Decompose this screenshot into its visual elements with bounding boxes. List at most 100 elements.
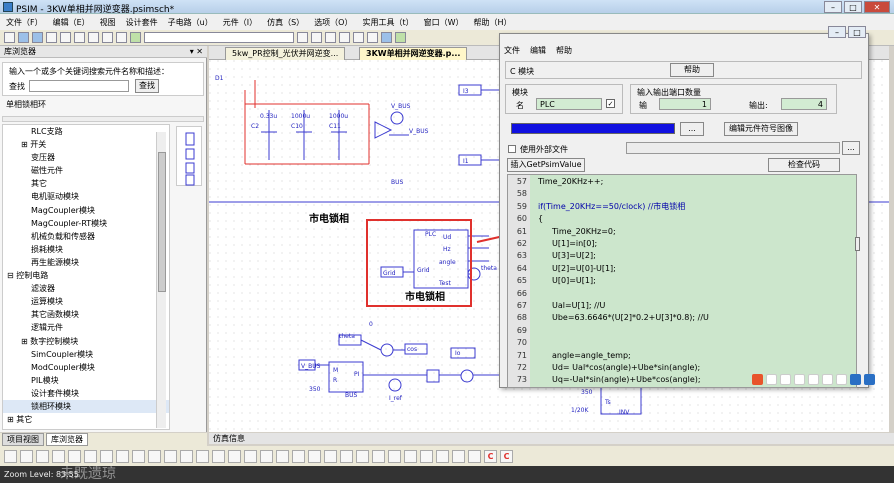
tree-item[interactable]: 运算模块 (3, 295, 169, 308)
copy-icon[interactable] (74, 32, 85, 43)
external-file-path[interactable] (626, 142, 840, 154)
dialog-menu-help[interactable]: 帮助 (556, 44, 572, 57)
integrator-icon[interactable] (340, 449, 353, 463)
wire-icon[interactable] (297, 32, 308, 43)
pointer-icon[interactable] (325, 32, 336, 43)
zoom-out-icon[interactable] (353, 32, 364, 43)
tree-item[interactable]: 其它 (3, 177, 169, 190)
tree-item[interactable]: 变压器 (3, 151, 169, 164)
simulate-icon[interactable] (381, 32, 392, 43)
element-dropdown[interactable] (144, 32, 294, 43)
print-icon[interactable] (46, 32, 57, 43)
tree-scrollbar[interactable] (156, 132, 166, 428)
dialog-menu-file[interactable]: 文件 (504, 44, 520, 57)
menu-design-suite[interactable]: 设计套件 (126, 17, 158, 28)
run-icon[interactable] (130, 32, 141, 43)
tree-item[interactable]: 滤波器 (3, 282, 169, 295)
flip-flop-icon[interactable] (452, 449, 465, 463)
summer-icon[interactable] (260, 449, 273, 463)
pi-controller-icon[interactable] (324, 449, 337, 463)
tree-item[interactable]: 其它函数模块 (3, 308, 169, 321)
transformer-icon[interactable] (116, 449, 129, 463)
comparator-icon[interactable] (292, 449, 305, 463)
sogou-icon[interactable] (752, 373, 763, 385)
tree-item[interactable]: 再生能源模块 (3, 256, 169, 269)
tree-item[interactable]: 机械负载和传感器 (3, 230, 169, 243)
tab-library-browser[interactable]: 库浏览器 (46, 433, 88, 446)
cut-icon[interactable] (60, 32, 71, 43)
thyristor-icon[interactable] (100, 449, 113, 463)
mosfet-icon[interactable] (68, 449, 81, 463)
menu-file[interactable]: 文件（F） (6, 17, 43, 28)
tree-item[interactable]: 设计套件模块 (3, 387, 169, 400)
output-count-field[interactable]: 4 (781, 98, 827, 110)
save-icon[interactable] (32, 32, 43, 43)
code-editor[interactable]: 57 Time_20KHz++; 58 59 if(Time_20KHz==50/clo… (507, 174, 857, 388)
zoom-fit-icon[interactable] (367, 32, 378, 43)
tree-item[interactable]: MagCoupler模块 (3, 204, 169, 217)
tree-item[interactable]: ⊞ 开关 (3, 138, 169, 151)
tree-item[interactable]: SimCoupler模块 (3, 348, 169, 361)
limiter-icon[interactable] (356, 449, 369, 463)
and-gate-icon[interactable] (404, 449, 417, 463)
color-swatch[interactable] (511, 123, 675, 134)
switch-icon[interactable] (132, 449, 145, 463)
menu-window[interactable]: 窗口（W） (424, 17, 464, 28)
tab-project-view[interactable]: 项目视图 (2, 433, 44, 446)
panel-close-icon[interactable]: ▾ ✕ (190, 46, 203, 58)
simview-icon[interactable] (395, 32, 406, 43)
tree-item[interactable]: 磁性元件 (3, 164, 169, 177)
redo-icon[interactable] (116, 32, 127, 43)
punctuation-icon[interactable] (780, 373, 791, 385)
scope-icon[interactable] (468, 449, 481, 463)
menu-utilities[interactable]: 实用工具（t） (362, 17, 413, 28)
menu-view[interactable]: 视图 (100, 17, 116, 28)
minimize-button[interactable]: – (824, 1, 842, 13)
not-gate-icon[interactable] (436, 449, 449, 463)
menu-simulate[interactable]: 仿真（S） (267, 17, 304, 28)
edit-symbol-button[interactable]: 编辑元件符号图像 (724, 122, 798, 136)
igbt-icon[interactable] (84, 449, 97, 463)
tree-item[interactable]: 逻辑元件 (3, 321, 169, 334)
or-gate-icon[interactable] (420, 449, 433, 463)
menu-help[interactable]: 帮助（H） (474, 17, 512, 28)
capacitor-icon[interactable] (36, 449, 49, 463)
open-icon[interactable] (18, 32, 29, 43)
ammeter-icon[interactable] (228, 449, 241, 463)
inductor-icon[interactable] (20, 449, 33, 463)
menu-subcircuit[interactable]: 子电路（u） (168, 17, 213, 28)
toolbox-icon[interactable] (864, 373, 875, 385)
c-block-simple-icon[interactable]: C (500, 449, 513, 463)
tree-item[interactable]: 电机驱动模块 (3, 190, 169, 203)
check-code-button[interactable]: 检查代码 (768, 158, 840, 172)
emoji-icon[interactable] (794, 373, 805, 385)
browse-button[interactable]: ... (680, 122, 704, 136)
tree-item[interactable]: 损耗模块 (3, 243, 169, 256)
ac-source-icon[interactable] (164, 449, 177, 463)
undo-icon[interactable] (102, 32, 113, 43)
paste-icon[interactable] (88, 32, 99, 43)
tree-item[interactable]: ⊞ 数字控制模块 (3, 335, 169, 348)
dialog-menu-edit[interactable]: 编辑 (530, 44, 546, 57)
search-input[interactable] (29, 80, 129, 92)
tree-item[interactable]: ModCoupler模块 (3, 361, 169, 374)
name-input[interactable]: PLC (536, 98, 602, 110)
tree-item[interactable]: RLC支路 (3, 125, 169, 138)
help-button[interactable]: 帮助 (670, 63, 714, 77)
new-icon[interactable] (4, 32, 15, 43)
voltmeter-icon[interactable] (244, 449, 257, 463)
diode-icon[interactable] (52, 449, 65, 463)
tab-doc-5kw[interactable]: 5kw_PR控制_光伏并网逆变... (225, 47, 346, 60)
voltage-probe-icon[interactable] (196, 449, 209, 463)
input-count-field[interactable]: 1 (659, 98, 711, 110)
zoh-icon[interactable] (372, 449, 385, 463)
tree-item[interactable]: ⊞ 其它 (3, 413, 169, 426)
c-block-icon[interactable]: C (484, 449, 497, 463)
dialog-maximize-button[interactable]: □ (848, 26, 866, 38)
menu-edit[interactable]: 编辑（E） (53, 17, 90, 28)
tree-item[interactable]: MagCoupler-RT模块 (3, 217, 169, 230)
user-icon[interactable] (850, 373, 861, 385)
zoom-in-icon[interactable] (339, 32, 350, 43)
ground-icon[interactable] (180, 449, 193, 463)
close-button[interactable]: ✕ (864, 1, 890, 13)
